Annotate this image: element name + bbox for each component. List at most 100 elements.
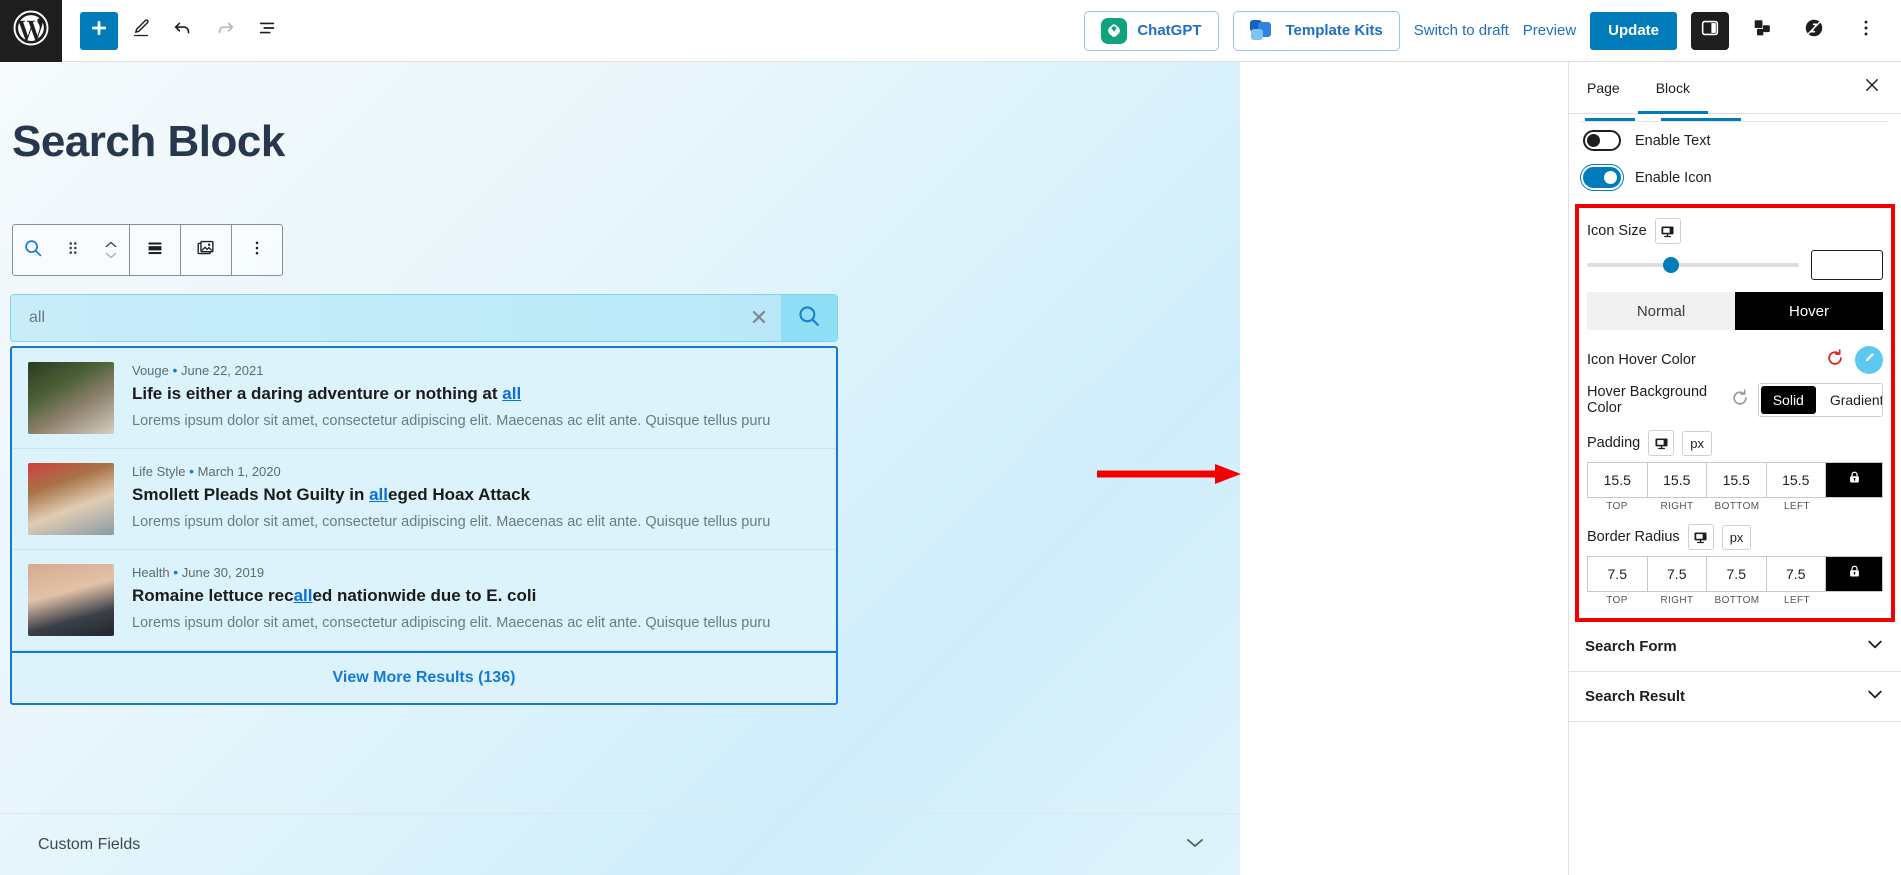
table-row[interactable]: Life Style • March 1, 2020 Smollett Plea… (12, 449, 836, 550)
icon-size-label: Icon Size (1587, 223, 1647, 239)
border-radius-label: Border Radius (1587, 529, 1680, 545)
label-spacer (1827, 501, 1883, 512)
settings-sidebar-toggle[interactable] (1691, 11, 1729, 50)
media-button[interactable] (181, 225, 231, 275)
block-layout-button[interactable] (130, 225, 180, 275)
edit-tool-button[interactable] (122, 12, 160, 50)
border-radius-label-left: LEFT (1783, 595, 1811, 606)
padding-unit-button[interactable]: px (1682, 430, 1712, 456)
result-meta: Vouge • June 22, 2021 (132, 362, 770, 378)
close-sidebar-button[interactable] (1857, 73, 1887, 103)
enable-icon-toggle[interactable] (1583, 167, 1621, 188)
reset-circular-arrow-icon[interactable] (1730, 388, 1752, 412)
hover-background-color-label: Hover Background Color (1587, 384, 1708, 416)
desktop-responsive-icon[interactable] (1687, 524, 1714, 550)
padding-link-lock-button[interactable] (1826, 463, 1882, 497)
table-row[interactable]: Health • June 30, 2019 Romaine lettuce r… (12, 550, 836, 651)
border-radius-bottom-input[interactable]: 7.5 (1707, 557, 1767, 591)
result-title-highlight: all (502, 384, 522, 403)
border-radius-left-input[interactable]: 7.5 (1766, 557, 1826, 591)
desktop-responsive-icon[interactable] (1654, 218, 1681, 244)
document-overview-button[interactable] (248, 12, 286, 50)
settings-sidebar-icon (1699, 17, 1721, 44)
preview-button[interactable]: Preview (1523, 22, 1576, 39)
border-radius-link-lock-button[interactable] (1826, 557, 1882, 591)
add-block-button[interactable] (80, 11, 118, 50)
meta-separator-dot-icon: • (172, 362, 178, 378)
switch-to-draft-button[interactable]: Switch to draft (1414, 22, 1509, 39)
caret-down-icon[interactable] (1186, 836, 1204, 854)
result-thumbnail (28, 564, 114, 636)
custom-fields-label: Custom Fields (38, 835, 141, 853)
plugin-badge-button[interactable] (1795, 12, 1833, 50)
template-blocks-button[interactable] (1743, 12, 1781, 50)
icon-size-slider[interactable] (1587, 257, 1799, 273)
undo-button[interactable] (164, 12, 202, 50)
accordion-search-form[interactable]: Search Form (1569, 622, 1901, 672)
enable-icon-toggle-row: Enable Icon (1569, 159, 1901, 196)
result-category: Life Style (132, 464, 186, 479)
wordpress-logo-button[interactable] (0, 0, 62, 62)
block-mover[interactable] (93, 225, 129, 275)
redo-arrow-icon (214, 17, 236, 44)
search-input[interactable]: all (11, 309, 737, 327)
result-title[interactable]: Romaine lettuce recalled nationwide due … (132, 586, 770, 606)
enable-text-toggle[interactable] (1583, 130, 1621, 151)
block-more-options-button[interactable] (232, 225, 282, 275)
more-options-button[interactable] (1847, 12, 1885, 50)
border-radius-header: Border Radius px (1587, 524, 1883, 550)
accordion-search-result[interactable]: Search Result (1569, 672, 1901, 722)
chevron-up-icon[interactable] (103, 239, 119, 250)
icon-hover-color-label: Icon Hover Color (1587, 352, 1696, 368)
icon-hover-color-swatch[interactable] (1855, 346, 1883, 374)
template-kits-button[interactable]: Template Kits (1232, 10, 1400, 51)
tab-block[interactable]: Block (1638, 62, 1708, 114)
search-submit-button[interactable] (781, 295, 837, 341)
tab-hover-state[interactable]: Hover (1735, 292, 1883, 330)
chevron-down-icon[interactable] (103, 250, 119, 261)
highlighted-settings-group: Icon Size Normal Hover Icon Hover Color (1575, 204, 1895, 622)
padding-label-top: TOP (1606, 501, 1628, 512)
border-radius-top-input[interactable]: 7.5 (1588, 557, 1648, 591)
three-dots-vertical-icon (246, 237, 268, 264)
icon-size-input[interactable] (1811, 250, 1883, 280)
drag-handle-button[interactable] (53, 225, 93, 275)
block-toolbar-group-media (181, 225, 232, 275)
padding-label: Padding (1587, 435, 1641, 451)
editor-top-bar: ChatGPT Template Kits Switch to draft Pr… (0, 0, 1901, 62)
padding-right-input[interactable]: 15.5 (1647, 463, 1707, 497)
accordion-search-form-title: Search Form (1585, 638, 1677, 655)
block-type-button[interactable] (13, 225, 53, 275)
result-body: Health • June 30, 2019 Romaine lettuce r… (132, 564, 770, 636)
clear-search-button[interactable]: ✕ (737, 305, 781, 331)
solid-option[interactable]: Solid (1760, 386, 1816, 414)
table-row[interactable]: Vouge • June 22, 2021 Life is either a d… (12, 348, 836, 449)
template-blocks-icon (1751, 17, 1773, 44)
padding-bottom-input[interactable]: 15.5 (1707, 463, 1767, 497)
custom-fields-bar[interactable]: Custom Fields (0, 813, 1240, 875)
border-radius-inputs: 7.5 7.5 7.5 7.5 (1587, 556, 1883, 592)
desktop-responsive-icon[interactable] (1648, 430, 1675, 456)
search-form[interactable]: all ✕ (10, 294, 838, 342)
redo-button[interactable] (206, 12, 244, 50)
chatgpt-button[interactable]: ChatGPT (1084, 10, 1219, 51)
result-title[interactable]: Smollett Pleads Not Guilty in alleged Ho… (132, 485, 770, 505)
reset-circular-arrow-icon[interactable] (1825, 348, 1849, 372)
border-radius-right-input[interactable]: 7.5 (1647, 557, 1707, 591)
tab-normal-state[interactable]: Normal (1587, 292, 1735, 330)
result-date: June 22, 2021 (181, 363, 264, 378)
tab-page[interactable]: Page (1569, 62, 1638, 114)
border-radius-unit-button[interactable]: px (1721, 524, 1752, 550)
top-bar-actions: ChatGPT Template Kits Switch to draft Pr… (1084, 10, 1901, 51)
result-title[interactable]: Life is either a daring adventure or not… (132, 384, 770, 404)
plugin-badge-icon (1803, 17, 1825, 44)
result-category: Health (132, 565, 170, 580)
plus-icon (88, 17, 110, 44)
gradient-option[interactable]: Gradient (1818, 384, 1882, 416)
padding-left-input[interactable]: 15.5 (1766, 463, 1826, 497)
padding-top-input[interactable]: 15.5 (1588, 463, 1648, 497)
update-button[interactable]: Update (1590, 11, 1677, 50)
block-toolbar-group-move (13, 225, 130, 275)
view-more-results-button[interactable]: View More Results (136) (12, 651, 836, 703)
sidebar-subtabs-cutoff[interactable] (1581, 114, 1889, 122)
